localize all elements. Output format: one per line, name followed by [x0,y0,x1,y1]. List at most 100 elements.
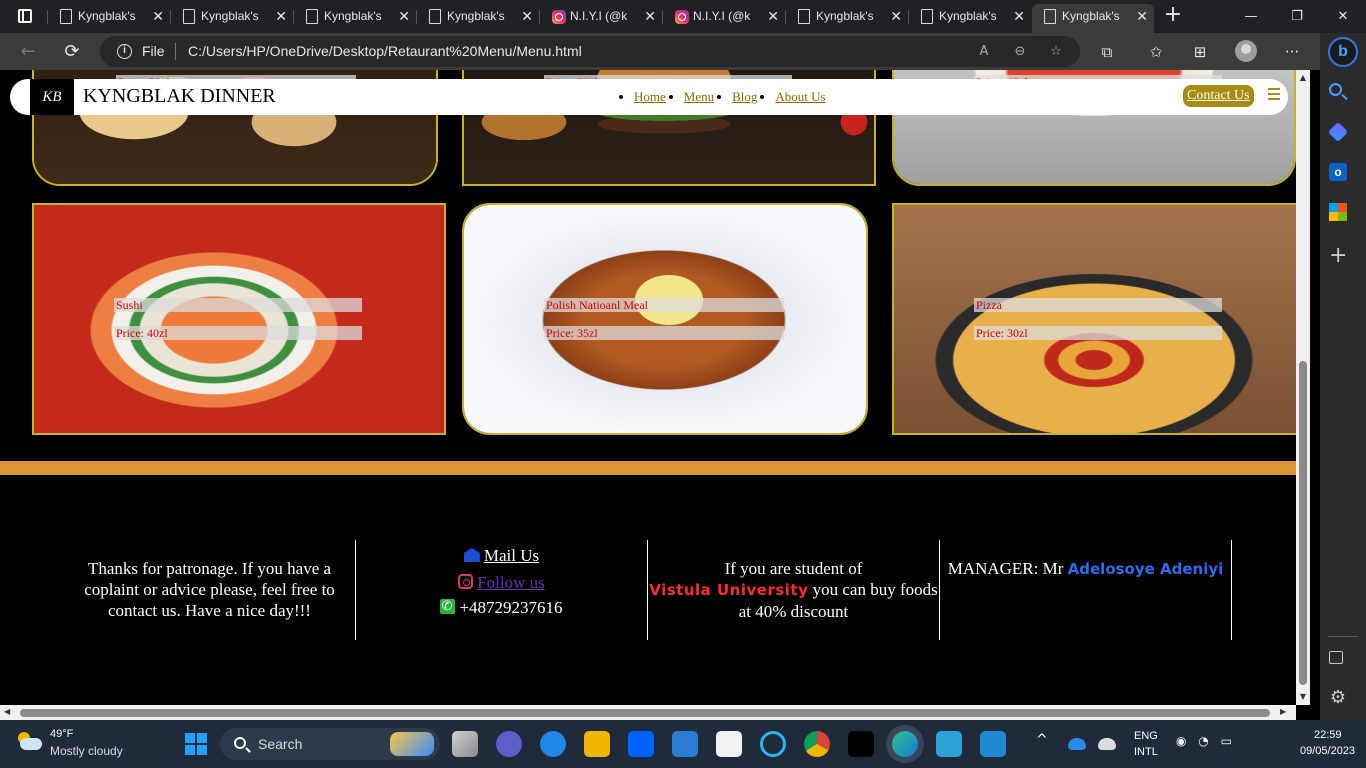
settings-gear-icon[interactable]: ⚙ [1329,689,1347,707]
browser-tab[interactable]: Kyngblak's ✕ [416,4,539,29]
menu-item-price: Price: 35zl [544,326,784,340]
edge-browser-icon[interactable] [892,731,918,757]
weather-description[interactable]: Mostly cloudy [50,744,123,758]
nav-link-menu[interactable]: Menu [684,89,714,104]
menu-card-sushi[interactable]: Sushi Price: 40zl [32,203,446,435]
new-tab-button[interactable]: + [1162,4,1184,26]
hide-sidebar-icon[interactable] [1329,651,1343,664]
browser-tab[interactable]: Kyngblak's ✕ [170,4,293,29]
dropbox-icon[interactable] [628,731,654,757]
extensions-icon[interactable]: ⧉ [1096,41,1118,63]
refresh-button[interactable]: ⟳ [60,40,84,64]
video-call-icon[interactable] [496,731,522,757]
site-logo[interactable]: KB [30,79,74,115]
nav-link-blog[interactable]: Blog [732,89,757,104]
mail-us-link[interactable]: Mail Us [484,546,539,565]
tab-title: Kyngblak's [1062,9,1120,23]
back-button[interactable]: ← [16,40,40,64]
task-view-icon[interactable] [452,731,478,757]
more-options-icon[interactable]: ··· [1281,41,1303,63]
collections-icon[interactable]: ⊞ [1189,41,1211,63]
url-text[interactable]: C:/Users/HP/OneDrive/Desktop/Retaurant%2… [188,43,582,59]
nav-link-home[interactable]: Home [634,89,666,104]
hamburger-menu-icon[interactable] [1268,88,1280,100]
language-code[interactable]: ENG [1134,730,1158,742]
wifi-volume-battery-icons[interactable]: ◉ ◔ ▭ [1176,734,1236,748]
profile-avatar[interactable] [1235,40,1257,62]
follow-us-link[interactable]: Follow us [477,573,545,592]
horizontal-scrollbar[interactable]: ◀ ▶ [0,705,1296,720]
search-icon[interactable] [1329,83,1342,96]
browser-tab[interactable]: Kyngblak's ✕ [785,4,908,29]
onedrive-icon[interactable] [1068,738,1086,750]
food-image [894,205,1296,433]
omnibox[interactable]: i File C:/Users/HP/OneDrive/Desktop/Reta… [100,36,1080,67]
outlook-icon[interactable]: o [1329,163,1347,181]
clock-time[interactable]: 22:59 [1314,729,1342,741]
browser-tab[interactable]: Kyngblak's ✕ [293,4,416,29]
chrome-icon[interactable] [804,731,830,757]
browser-tab[interactable]: N.I.Y.I (@k ✕ [539,4,662,29]
favorites-icon[interactable]: ✩ [1145,41,1167,63]
read-aloud-icon[interactable]: A [974,42,994,62]
show-hidden-icons-chevron[interactable]: ^ [1036,732,1048,748]
copilot-icon[interactable] [1327,121,1349,143]
weather-cloudy-icon[interactable] [16,732,42,750]
browser-tab[interactable]: Kyngblak's ✕ [47,4,170,29]
tab-title: Kyngblak's [324,9,382,23]
mail-icon[interactable] [672,731,698,757]
nav-link-about[interactable]: About Us [775,89,825,104]
office-icon[interactable] [1329,203,1347,221]
tab-close-icon[interactable]: ✕ [890,4,902,29]
info-icon[interactable]: i [117,44,132,59]
cortana-icon[interactable] [760,731,786,757]
scroll-right-icon[interactable]: ▶ [1280,706,1292,718]
tab-close-icon[interactable]: ✕ [398,4,410,29]
maximize-button[interactable]: ❐ [1274,0,1320,33]
browser-tab[interactable]: N.I.Y.I (@k ✕ [662,4,785,29]
add-icon[interactable]: + [1329,245,1347,267]
close-window-button[interactable]: ✕ [1320,0,1366,33]
tab-close-icon[interactable]: ✕ [1013,4,1025,29]
tab-close-icon[interactable]: ✕ [521,4,533,29]
scroll-down-icon[interactable]: ▼ [1296,691,1310,703]
minimize-button[interactable]: — [1228,0,1274,33]
tab-close-icon[interactable]: ✕ [152,4,164,29]
tab-close-icon[interactable]: ✕ [644,4,656,29]
onedrive-personal-icon[interactable] [1098,738,1116,750]
menu-card-polish-meal[interactable]: Polish Natioanl Meal Price: 35zl [462,203,868,435]
tab-close-icon[interactable]: ✕ [767,4,779,29]
weather-temperature[interactable]: 49°F [50,728,73,740]
browser-tab[interactable]: Kyngblak's ✕ [908,4,1031,29]
scroll-up-icon[interactable]: ▲ [1296,72,1310,84]
scroll-left-icon[interactable]: ◀ [4,706,16,718]
tab-title: Kyngblak's [816,9,874,23]
keyboard-layout[interactable]: INTL [1134,746,1158,758]
menu-card-pizza[interactable]: Pizza Price: 30zl [892,203,1296,435]
favorite-star-icon[interactable]: ☆ [1046,42,1066,62]
browser-tab-active[interactable]: Kyngblak's ✕ [1032,4,1154,33]
contact-us-button[interactable]: Contact Us [1183,85,1254,107]
footer-student-offer: If you are student of Vistula University… [648,540,940,640]
clock-date[interactable]: 09/05/2023 [1300,745,1355,757]
vscode-icon[interactable] [980,731,1006,757]
notepad-icon[interactable] [936,731,962,757]
vertical-scrollbar[interactable]: ▲ ▼ [1296,70,1310,705]
bing-icon[interactable]: b [1328,37,1358,67]
menu-item-name: Pizza [974,298,1222,312]
tab-actions-button[interactable] [8,6,40,28]
taskbar-search[interactable]: Search [220,728,440,760]
tab-bar: Kyngblak's ✕ Kyngblak's ✕ Kyngblak's ✕ K… [0,0,1366,33]
file-explorer-icon[interactable] [584,731,610,757]
follow-row: Follow us [356,572,647,593]
start-windows-icon[interactable] [185,733,207,755]
tab-close-icon[interactable]: ✕ [1136,4,1148,29]
tab-actions-icon [18,9,32,23]
tiktok-icon[interactable] [848,731,874,757]
scroll-thumb[interactable] [1299,361,1307,685]
zoom-icon[interactable]: ⊖ [1010,42,1030,62]
tab-close-icon[interactable]: ✕ [275,4,287,29]
scroll-thumb[interactable] [20,709,1270,717]
amazon-icon[interactable] [716,731,742,757]
help-icon[interactable] [540,731,566,757]
